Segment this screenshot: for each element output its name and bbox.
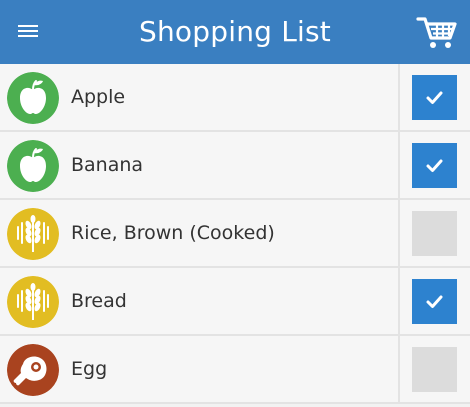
meat-icon xyxy=(7,344,59,396)
item-checkbox[interactable] xyxy=(412,75,457,120)
checkbox-cell xyxy=(398,132,470,198)
item-checkbox[interactable] xyxy=(412,143,457,188)
list-item[interactable]: Banana xyxy=(0,132,470,200)
checkbox-cell xyxy=(398,200,470,266)
apple-icon xyxy=(7,140,59,192)
list-item[interactable]: Rice, Brown (Cooked) xyxy=(0,200,470,268)
list-item[interactable]: Bread xyxy=(0,268,470,336)
apple-icon xyxy=(7,72,59,124)
shopping-cart-icon[interactable] xyxy=(416,14,458,50)
item-label: Apple xyxy=(71,86,126,108)
wheat-icon xyxy=(7,276,59,328)
app-header: Shopping List xyxy=(0,0,470,64)
checkbox-cell xyxy=(398,268,470,334)
item-checkbox[interactable] xyxy=(412,347,457,392)
shopping-list: Apple Banana Rice, Brown (Cooked) Bread … xyxy=(0,64,470,404)
item-label: Banana xyxy=(71,154,144,176)
list-item[interactable]: Apple xyxy=(0,64,470,132)
checkbox-cell xyxy=(398,336,470,402)
item-checkbox[interactable] xyxy=(412,279,457,324)
item-checkbox[interactable] xyxy=(412,211,457,256)
wheat-icon xyxy=(7,208,59,260)
item-label: Egg xyxy=(71,358,108,380)
list-item[interactable]: Egg xyxy=(0,336,470,404)
item-label: Bread xyxy=(71,290,127,312)
checkbox-cell xyxy=(398,64,470,130)
page-title: Shopping List xyxy=(139,15,331,48)
item-label: Rice, Brown (Cooked) xyxy=(71,222,275,244)
